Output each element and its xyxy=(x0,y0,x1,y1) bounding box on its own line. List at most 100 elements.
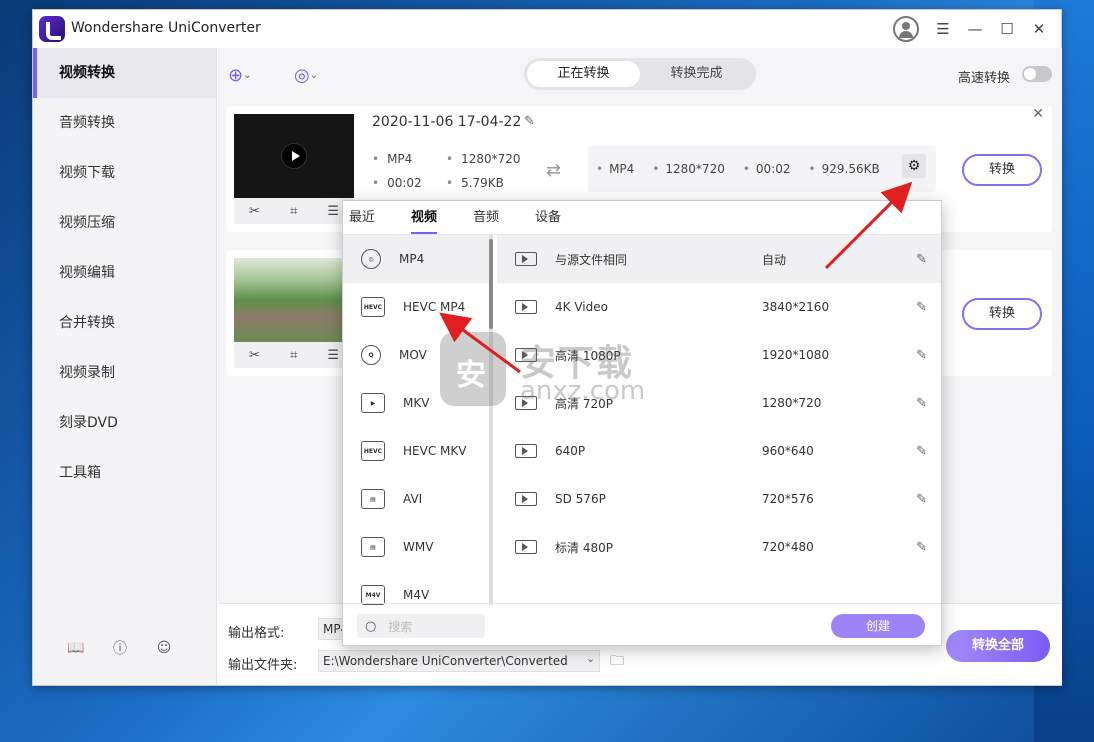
format-tabs: 最近 视频 音频 设备 xyxy=(343,201,941,235)
create-button[interactable]: 创建 xyxy=(831,614,925,638)
format-item-wmv[interactable]: ▤ WMV xyxy=(343,523,492,571)
format-item-m4v[interactable]: M4V M4V xyxy=(343,571,492,605)
preset-row[interactable]: SD 576P 720*576 ✎ xyxy=(497,475,941,523)
edit-icon[interactable]: ✎ xyxy=(916,300,927,315)
minimize-icon[interactable]: — xyxy=(963,17,987,41)
format-item-hevc-mkv[interactable]: HEVC HEVC MKV xyxy=(343,427,492,475)
tab-finished[interactable]: 转换完成 xyxy=(640,61,753,87)
format-list-scrollbar[interactable] xyxy=(489,235,493,605)
thumbnail-tools: ✂ ⌗ ☰ xyxy=(234,198,354,224)
preset-row[interactable]: 标清 480P 720*480 ✎ xyxy=(497,523,941,571)
preset-row[interactable]: 4K Video 3840*2160 ✎ xyxy=(497,283,941,331)
target-format: MP4 xyxy=(596,162,634,176)
video-thumbnail[interactable] xyxy=(234,114,354,198)
format-list: ◎ MP4 HEVC HEVC MP4 Q MOV ▶ MKV HEVC HEVC MKV… xyxy=(343,235,493,605)
format-item-hevc-mp4[interactable]: HEVC HEVC MP4 xyxy=(343,283,492,331)
convert-button[interactable]: 转换 xyxy=(962,298,1042,330)
video-icon xyxy=(515,444,537,458)
format-item-avi[interactable]: ▤ AVI xyxy=(343,475,492,523)
quicktime-icon: Q xyxy=(361,345,381,365)
sidebar-item-record[interactable]: 视频录制 xyxy=(33,348,216,398)
edit-icon[interactable]: ✎ xyxy=(916,396,927,411)
preset-row[interactable]: 与源文件相同 自动 ✎ xyxy=(497,235,941,283)
sidebar-item-merge[interactable]: 合并转换 xyxy=(33,298,216,348)
output-format-label: 输出格式: xyxy=(228,626,285,641)
format-item-mp4[interactable]: ◎ MP4 xyxy=(343,235,492,283)
maximize-icon[interactable]: ☐ xyxy=(995,17,1019,41)
cut-icon[interactable]: ✂ xyxy=(249,204,260,219)
video-icon xyxy=(515,396,537,410)
target-resolution: 1280*720 xyxy=(652,162,724,176)
book-icon[interactable]: 📖 xyxy=(67,639,85,657)
disc-icon: ◎ xyxy=(361,249,381,269)
sidebar-item-toolbox[interactable]: 工具箱 xyxy=(33,448,216,498)
users-icon[interactable]: ☺ xyxy=(155,639,173,657)
sidebar-item-video-compress[interactable]: 视频压缩 xyxy=(33,198,216,248)
chevron-down-icon[interactable]: ⌄ xyxy=(586,652,595,665)
cut-icon[interactable]: ✂ xyxy=(249,348,260,363)
target-settings[interactable]: MP4 1280*720 00:02 929.56KB xyxy=(588,146,936,192)
convert-all-button[interactable]: 转换全部 xyxy=(946,630,1050,662)
tab-converting[interactable]: 正在转换 xyxy=(527,61,640,87)
edit-icon[interactable]: ✎ xyxy=(916,348,927,363)
tab-recent[interactable]: 最近 xyxy=(349,201,375,234)
account-icon[interactable] xyxy=(893,16,919,42)
source-resolution: 1280*720 xyxy=(446,152,520,166)
turbo-toggle[interactable] xyxy=(1022,66,1052,82)
tab-video[interactable]: 视频 xyxy=(411,201,438,234)
source-size: 5.79KB xyxy=(446,176,504,190)
video-icon xyxy=(515,348,537,362)
edit-icon[interactable]: ✎ xyxy=(916,540,927,555)
effects-icon[interactable]: ☰ xyxy=(327,204,339,219)
edit-icon[interactable]: ✎ xyxy=(916,252,927,267)
preset-row[interactable]: 高清 1080P 1920*1080 ✎ xyxy=(497,331,941,379)
turbo-label: 高速转换 xyxy=(957,71,1010,86)
sidebar-item-video-download[interactable]: 视频下载 xyxy=(33,148,216,198)
sidebar-item-burn-dvd[interactable]: 刻录DVD xyxy=(33,398,216,448)
rename-icon[interactable]: ✎ xyxy=(524,114,535,129)
gear-icon[interactable]: ⚙ xyxy=(902,154,926,178)
output-folder-label: 输出文件夹: xyxy=(228,658,298,673)
tab-device[interactable]: 设备 xyxy=(535,201,561,234)
crop-icon[interactable]: ⌗ xyxy=(290,204,297,219)
format-item-mkv[interactable]: ▶ MKV xyxy=(343,379,492,427)
menu-icon[interactable]: ☰ xyxy=(931,17,955,41)
source-duration: 00:02 xyxy=(372,176,422,190)
format-panel: 最近 视频 音频 设备 ◎ MP4 HEVC HEVC MP4 Q MOV ▶ MKV … xyxy=(342,200,942,646)
add-from-device-icon[interactable]: ◎ ⌄ xyxy=(294,64,318,86)
folder-icon[interactable]: 🗀 xyxy=(610,650,624,674)
title-bar: Wondershare UniConverter ☰ — ☐ ✕ xyxy=(33,10,1061,48)
crop-icon[interactable]: ⌗ xyxy=(290,348,297,363)
video-icon xyxy=(515,252,537,266)
convert-button[interactable]: 转换 xyxy=(962,154,1042,186)
video-icon xyxy=(515,540,537,554)
sidebar-footer: 📖 ⓘ ☺ xyxy=(33,639,217,657)
preset-row[interactable]: 高清 720P 1280*720 ✎ xyxy=(497,379,941,427)
sidebar: 视频转换 音频转换 视频下载 视频压缩 视频编辑 合并转换 视频录制 刻录DVD… xyxy=(33,48,217,685)
tab-audio[interactable]: 音频 xyxy=(473,201,499,234)
add-file-icon[interactable]: ⊕ ⌄ xyxy=(228,64,251,86)
video-thumbnail[interactable] xyxy=(234,258,354,342)
close-window-icon[interactable]: ✕ xyxy=(1027,17,1051,41)
app-logo-icon xyxy=(39,16,65,42)
edit-icon[interactable]: ✎ xyxy=(916,444,927,459)
sidebar-item-audio-convert[interactable]: 音频转换 xyxy=(33,98,216,148)
film-icon: ▤ xyxy=(361,537,385,557)
file-name: 2020-11-06 17-04-22 xyxy=(372,114,522,130)
edit-icon[interactable]: ✎ xyxy=(916,492,927,507)
panel-footer: ○ 搜索 创建 xyxy=(343,603,941,645)
sidebar-item-video-edit[interactable]: 视频编辑 xyxy=(33,248,216,298)
format-item-mov[interactable]: Q MOV xyxy=(343,331,492,379)
video-icon xyxy=(515,300,537,314)
preset-row[interactable]: 640P 960*640 ✎ xyxy=(497,427,941,475)
help-icon[interactable]: ⓘ xyxy=(111,639,129,657)
close-icon[interactable]: ✕ xyxy=(1032,106,1044,122)
search-input[interactable]: ○ 搜索 xyxy=(357,614,485,638)
video-icon: ▶ xyxy=(361,393,385,413)
source-format: MP4 xyxy=(372,152,412,166)
output-folder-select[interactable]: E:\Wondershare UniConverter\Converted xyxy=(318,650,600,672)
effects-icon[interactable]: ☰ xyxy=(327,348,339,363)
play-icon[interactable] xyxy=(281,143,307,169)
sidebar-item-video-convert[interactable]: 视频转换 xyxy=(33,48,216,98)
thumbnail-tools: ✂ ⌗ ☰ xyxy=(234,342,354,368)
